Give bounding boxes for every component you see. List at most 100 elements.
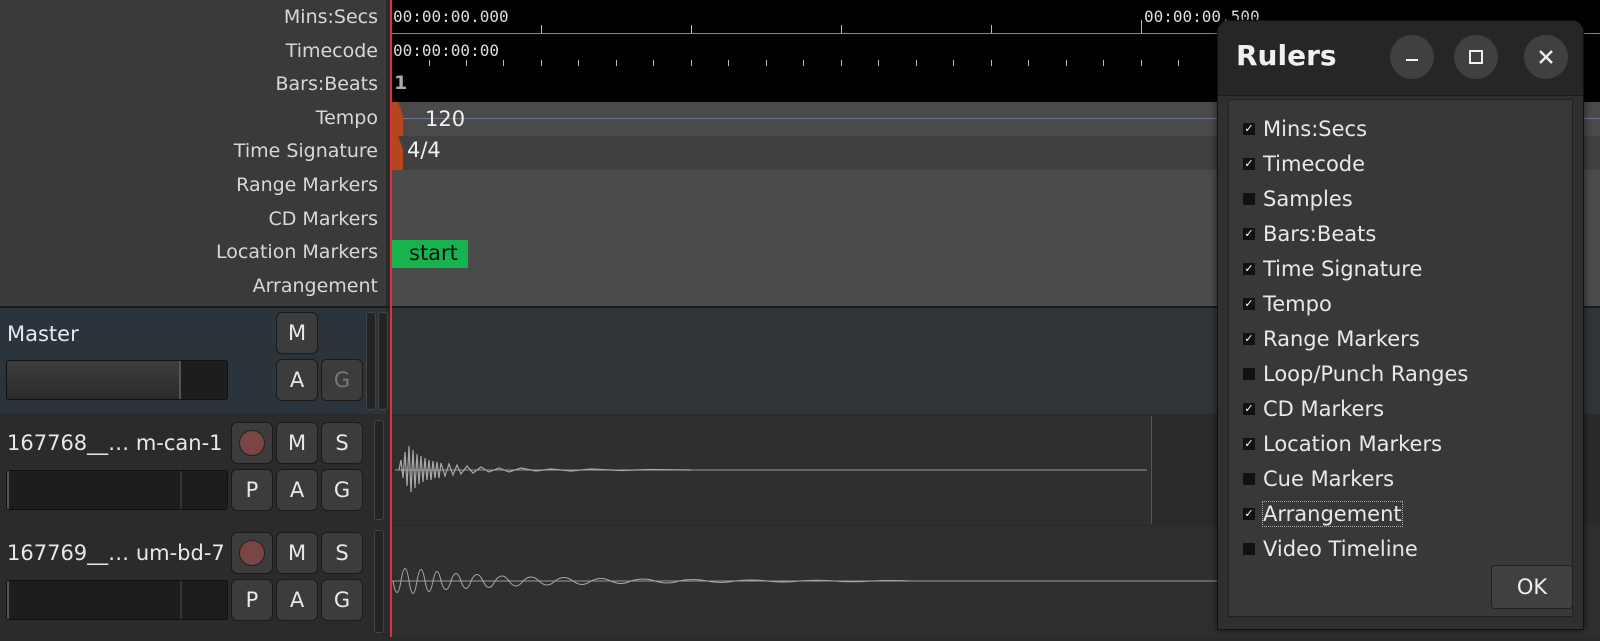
ok-button[interactable]: OK (1491, 565, 1573, 609)
option-label: Time Signature (1263, 257, 1423, 281)
checkbox-location-markers[interactable]: ✓ (1243, 438, 1255, 450)
option-label: Timecode (1263, 152, 1366, 176)
master-track-header[interactable]: Master M A G (0, 308, 388, 414)
master-group-button[interactable]: G (321, 359, 363, 401)
location-marker-start[interactable]: start (391, 240, 468, 268)
track-2-record-button[interactable] (231, 532, 273, 574)
option-location-markers[interactable]: ✓ Location Markers (1243, 429, 1442, 459)
checkbox-cd-markers[interactable]: ✓ (1243, 403, 1255, 415)
checkbox-mins-secs[interactable]: ✓ (1243, 123, 1255, 135)
option-label: Arrangement (1262, 501, 1403, 527)
option-label: Location Markers (1263, 432, 1443, 456)
ruler-label-tempo: Tempo (315, 107, 378, 129)
option-tempo[interactable]: ✓ Tempo (1243, 289, 1332, 319)
timecode-tick (1178, 60, 1179, 66)
checkbox-bars-beats[interactable]: ✓ (1243, 228, 1255, 240)
option-samples[interactable]: Samples (1243, 184, 1353, 214)
timecode-tick (1103, 60, 1104, 66)
option-range-markers[interactable]: ✓ Range Markers (1243, 324, 1420, 354)
track-2-playlist-button[interactable]: P (231, 579, 273, 621)
ruler-label-time-signature: Time Signature (233, 140, 378, 162)
track-2-gain-fill (7, 581, 9, 619)
master-mute-button[interactable]: M (276, 312, 318, 354)
tempo-marker[interactable] (391, 102, 403, 136)
timecode-tick (916, 60, 917, 66)
track-2-name[interactable]: 167769__… um-bd-7 (7, 541, 225, 565)
master-gain-fill (7, 361, 181, 399)
option-cd-markers[interactable]: ✓ CD Markers (1243, 394, 1384, 424)
option-label: CD Markers (1263, 397, 1385, 421)
ruler-label-cd-markers: CD Markers (268, 208, 378, 230)
playhead[interactable] (390, 0, 392, 637)
option-label: Mins:Secs (1263, 117, 1368, 141)
option-timecode[interactable]: ✓ Timecode (1243, 149, 1365, 179)
track-2-gain-fader[interactable] (6, 580, 228, 620)
timecode-tick (578, 60, 579, 66)
track-1-meter (374, 420, 384, 520)
maximize-button[interactable] (1454, 35, 1498, 79)
ruler-label-column: Mins:Secs Timecode Bars:Beats Tempo Time… (0, 0, 386, 306)
track-2-solo-button[interactable]: S (321, 532, 363, 574)
checkbox-samples[interactable] (1243, 193, 1255, 205)
minimize-icon (1406, 59, 1418, 61)
minimize-button[interactable] (1390, 35, 1434, 79)
track-2-group-button[interactable]: G (321, 579, 363, 621)
track-1-group-button[interactable]: G (321, 469, 363, 511)
ruler-label-minsecs: Mins:Secs (283, 6, 378, 28)
checkbox-arrangement[interactable]: ✓ (1243, 508, 1255, 520)
ruler-label-range-markers: Range Markers (236, 174, 378, 196)
option-arrangement[interactable]: ✓ Arrangement (1243, 499, 1403, 529)
master-gain-fader[interactable] (6, 360, 228, 400)
track-2-automation-button[interactable]: A (276, 579, 318, 621)
option-label: Tempo (1263, 292, 1332, 316)
checkbox-loop-punch-ranges[interactable] (1243, 368, 1255, 380)
timecode-start-label: 00:00:00:00 (393, 41, 499, 60)
option-time-signature[interactable]: ✓ Time Signature (1243, 254, 1422, 284)
record-icon (239, 540, 265, 566)
master-automation-button[interactable]: A (276, 359, 318, 401)
timecode-tick (878, 60, 879, 66)
time-signature-value: 4/4 (407, 138, 441, 162)
timecode-tick (541, 60, 542, 66)
timecode-tick (841, 60, 842, 66)
ruler-label-timecode: Timecode (285, 40, 378, 62)
track-2-fader-unity-mark (180, 581, 182, 619)
timecode-tick (1028, 60, 1029, 66)
master-track-name[interactable]: Master (7, 322, 79, 346)
meter-marker[interactable] (391, 136, 403, 170)
timecode-tick (803, 60, 804, 66)
minsecs-tick (841, 25, 842, 33)
timecode-tick (616, 60, 617, 66)
ruler-label-location-markers: Location Markers (216, 241, 378, 263)
track-2-waveform (391, 568, 1291, 594)
checkbox-cue-markers[interactable] (1243, 473, 1255, 485)
track-1-solo-button[interactable]: S (321, 422, 363, 464)
checkbox-time-signature[interactable]: ✓ (1243, 263, 1255, 275)
track-2-header[interactable]: 167769__… um-bd-7 M S P A G (0, 526, 386, 637)
option-loop-punch-ranges[interactable]: Loop/Punch Ranges (1243, 359, 1468, 389)
ruler-label-bars-beats: Bars:Beats (275, 73, 378, 95)
track-1-playlist-button[interactable]: P (231, 469, 273, 511)
checkbox-range-markers[interactable]: ✓ (1243, 333, 1255, 345)
option-mins-secs[interactable]: ✓ Mins:Secs (1243, 114, 1367, 144)
checkbox-tempo[interactable]: ✓ (1243, 298, 1255, 310)
maximize-icon (1469, 50, 1483, 64)
track-1-mute-button[interactable]: M (276, 422, 318, 464)
dialog-header[interactable]: Rulers (1218, 21, 1583, 96)
option-video-timeline[interactable]: Video Timeline (1243, 534, 1418, 564)
track-1-gain-fader[interactable] (6, 470, 228, 510)
checkbox-timecode[interactable]: ✓ (1243, 158, 1255, 170)
track-1-header[interactable]: 167768__… m-can-1 M S P A G (0, 416, 386, 524)
close-button[interactable] (1524, 35, 1568, 79)
option-bars-beats[interactable]: ✓ Bars:Beats (1243, 219, 1376, 249)
track-1-region[interactable] (391, 416, 1152, 524)
track-1-record-button[interactable] (231, 422, 273, 464)
checkbox-video-timeline[interactable] (1243, 543, 1255, 555)
option-cue-markers[interactable]: Cue Markers (1243, 464, 1394, 494)
track-1-automation-button[interactable]: A (276, 469, 318, 511)
track-1-fader-unity-mark (180, 471, 182, 509)
track-2-mute-button[interactable]: M (276, 532, 318, 574)
track-1-name[interactable]: 167768__… m-can-1 (7, 431, 223, 455)
dialog-title: Rulers (1236, 39, 1337, 72)
minsecs-start-label: 00:00:00.000 (393, 7, 509, 26)
